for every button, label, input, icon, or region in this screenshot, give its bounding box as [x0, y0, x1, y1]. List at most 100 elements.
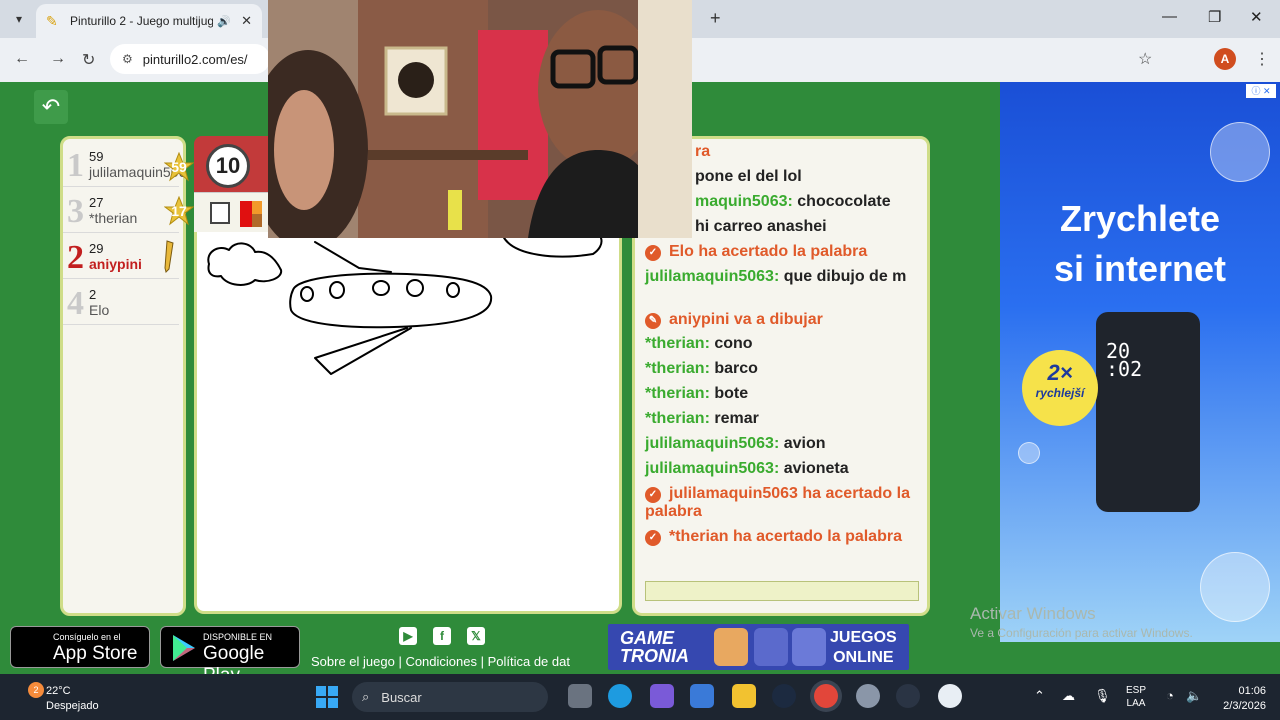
chat-system-text: Elo ha acertado la palabra	[669, 243, 868, 260]
chat-username: *therian:	[645, 385, 710, 402]
m365-icon[interactable]	[650, 684, 674, 708]
youtube-icon[interactable]: ▶	[399, 627, 417, 645]
ad-speed-badge: 2× rychlejší	[1022, 350, 1098, 426]
steam-icon[interactable]	[772, 684, 796, 708]
chat-message: hi carreo anashei	[695, 218, 927, 236]
chat-text: bote	[714, 385, 749, 402]
ad-headline-line: si internet	[1053, 248, 1227, 289]
color-swatch-red[interactable]	[240, 201, 252, 227]
windows-start-icon[interactable]	[316, 686, 338, 708]
chat-system-message: ✓ Elo ha acertado la palabra	[645, 243, 923, 261]
webcam-video-overlay[interactable]	[268, 0, 692, 238]
advertisement-banner[interactable]: ⓘ ✕ Zrychlete si internet 20:02 2× rychl…	[1000, 82, 1280, 642]
browser-menu-icon[interactable]: ⋮	[1254, 49, 1270, 69]
tray-overflow-icon[interactable]: ⌃	[1034, 688, 1045, 704]
chat-system-text: aniypini va a dibujar	[669, 311, 823, 328]
chat-message: *therian: barco	[645, 360, 923, 378]
minimize-icon[interactable]: —	[1162, 8, 1177, 25]
player-points: 27	[89, 195, 104, 210]
ad-headline: Zrychlete si internet	[1000, 194, 1280, 294]
gametronia-banner[interactable]: GAME TRONIA JUEGOS ONLINE	[608, 624, 909, 670]
router-image: 20:02	[1096, 312, 1200, 512]
xbox-icon[interactable]	[896, 684, 920, 708]
reload-icon[interactable]: ↻	[82, 50, 95, 70]
obs-icon[interactable]	[938, 684, 962, 708]
google-play-logo-icon	[173, 635, 195, 661]
x-twitter-icon[interactable]: 𝕏	[467, 627, 485, 645]
player-row: 3 27 *therian	[63, 189, 179, 233]
ad-info-icon[interactable]: ⓘ ✕	[1246, 84, 1276, 98]
weather-temp: 22°C	[46, 685, 71, 697]
ad-headline-line: Zrychlete	[1059, 198, 1221, 239]
google-play-caption: DISPONIBLE EN	[203, 632, 273, 642]
app-store-button[interactable]: Consíguelo en el App Store	[10, 626, 150, 668]
drawing-tools	[194, 192, 268, 232]
chat-message: *therian: remar	[645, 410, 923, 428]
new-tab-icon[interactable]: +	[710, 8, 721, 29]
microphone-icon[interactable]: 🎙	[1094, 688, 1111, 704]
tab-search-button[interactable]: ▾	[8, 8, 30, 30]
player-row: 1 59 julilamaquin5063	[63, 143, 183, 187]
new-page-icon[interactable]	[210, 202, 230, 224]
input-language[interactable]: ESP LAA	[1126, 684, 1146, 710]
exit-room-button[interactable]: ↶	[34, 90, 68, 124]
profile-avatar[interactable]: A	[1214, 48, 1236, 70]
taskbar-clock[interactable]: 01:06 2/3/2026	[1212, 684, 1266, 714]
footer-links[interactable]: Sobre el juego | Condiciones | Política …	[311, 654, 570, 669]
chat-system-text: julilamaquin5063 ha acertado la palabra	[645, 485, 910, 520]
round-points-star-icon: 17	[164, 196, 194, 226]
player-row: 4 2 Elo	[63, 281, 179, 325]
correct-guess-icon: ✓	[645, 487, 661, 503]
browser-tab[interactable]: ✎ Pinturillo 2 - Juego multijugador 🔊 ✕	[36, 4, 262, 38]
google-play-button[interactable]: DISPONIBLE EN Google Play	[160, 626, 300, 686]
color-swatch-brown[interactable]	[252, 214, 262, 227]
url-text: pinturillo2.com/es/	[142, 51, 248, 67]
settings-icon[interactable]	[856, 684, 880, 708]
ad-badge-small: rychlejší	[1035, 386, 1085, 400]
game-thumbnail	[714, 628, 748, 666]
chrome-icon[interactable]	[814, 684, 838, 708]
back-arrow-icon[interactable]: ←	[14, 50, 30, 68]
airplane-sketch	[207, 235, 603, 375]
volume-icon[interactable]: 🔈	[1186, 688, 1202, 704]
chat-text: pone el del lol	[695, 168, 802, 185]
address-bar[interactable]: ⚙ pinturillo2.com/es/	[110, 44, 270, 74]
taskbar-search[interactable]: ⌕ Buscar	[352, 682, 548, 712]
chat-input[interactable]	[645, 581, 919, 601]
restore-icon[interactable]: ❐	[1208, 8, 1221, 26]
forward-arrow-icon[interactable]: →	[50, 50, 66, 68]
bookmark-star-icon[interactable]: ☆	[1138, 49, 1152, 69]
network-icon[interactable]: ☁	[1062, 688, 1075, 704]
player-name: *therian	[89, 210, 138, 226]
windows-activation-subtitle: Ve a Configuración para activar Windows.	[970, 626, 1193, 640]
window-close-icon[interactable]: ✕	[1250, 8, 1263, 26]
chat-system-message: ra	[695, 143, 927, 161]
wifi-icon[interactable]: ◔	[1166, 688, 1174, 703]
site-info-icon[interactable]: ⚙	[122, 52, 133, 66]
lang-line: LAA	[1126, 698, 1146, 709]
chat-message: *therian: bote	[645, 385, 923, 403]
chat-message: julilamaquin5063: que dibujo de m	[645, 268, 923, 286]
color-swatch-orange[interactable]	[252, 201, 262, 214]
close-tab-icon[interactable]: ✕	[241, 13, 252, 29]
store-icon[interactable]	[690, 684, 714, 708]
chat-message: julilamaquin5063: avioneta	[645, 460, 923, 478]
player-name: aniypini	[89, 256, 142, 272]
edge-icon[interactable]	[608, 684, 632, 708]
task-view-icon[interactable]	[568, 684, 592, 708]
rocket-icon	[754, 628, 788, 666]
chat-system-message: ✓ julilamaquin5063 ha acertado la palabra	[645, 485, 923, 521]
drawing-canvas[interactable]	[194, 232, 622, 614]
search-icon: ⌕	[362, 689, 370, 704]
file-explorer-icon[interactable]	[732, 684, 756, 708]
ad-badge-big: 2×	[1047, 360, 1073, 385]
chat-text: cono	[714, 335, 753, 352]
router-display: 20:02	[1106, 339, 1143, 381]
facebook-icon[interactable]: f	[433, 627, 451, 645]
ad-bubble-decoration	[1018, 442, 1040, 464]
player-points: 29	[89, 241, 104, 256]
audio-playing-icon[interactable]: 🔊	[217, 15, 231, 28]
webcam-video-frame	[268, 0, 692, 238]
round-points-star-icon: 59	[164, 152, 194, 182]
countdown-timer: 10	[206, 144, 250, 188]
